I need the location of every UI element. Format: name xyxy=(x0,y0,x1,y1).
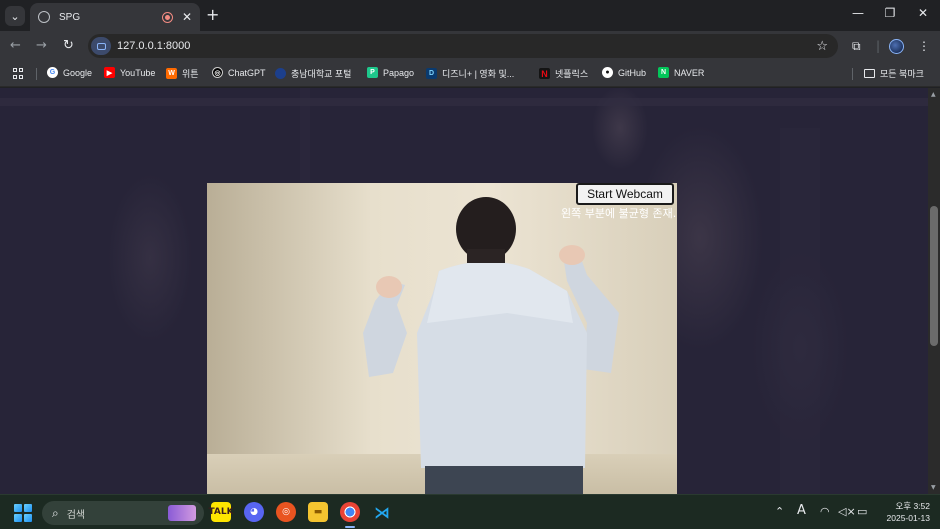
windows-start-button[interactable] xyxy=(14,504,32,522)
reload-button[interactable]: ↻ xyxy=(63,38,74,54)
search-icon: ⌕ xyxy=(52,505,59,520)
status-message: 왼쪽 부분에 불균형 존재. xyxy=(561,207,677,220)
tab-spg[interactable]: SPG ✕ xyxy=(30,3,200,31)
bookmark-netflix[interactable]: N 넷플릭스 xyxy=(539,67,588,80)
papago-icon: P xyxy=(367,67,378,78)
folder-icon xyxy=(864,69,875,78)
bookmark-cnu-portal[interactable]: 충남대학교 포털 xyxy=(275,67,351,80)
taskbar-search-placeholder: 검색 xyxy=(66,509,86,521)
wetoon-icon: W xyxy=(166,68,177,79)
apps-grid-icon[interactable] xyxy=(13,68,24,79)
bookmark-label: 모든 북마크 xyxy=(880,69,924,79)
battery-icon[interactable]: ▭ xyxy=(857,505,867,518)
scrollbar-thumb[interactable] xyxy=(930,206,938,346)
bookmarks-divider xyxy=(36,68,37,80)
menu-kebab-icon[interactable]: ⋮ xyxy=(918,39,930,53)
webcam-video xyxy=(207,183,677,494)
kakaotalk-icon[interactable]: TALK xyxy=(208,502,234,522)
chevron-down-icon: ⌄ xyxy=(10,9,20,23)
background-gym-post xyxy=(780,128,820,494)
bookmark-chatgpt[interactable]: ◎ ChatGPT xyxy=(212,67,266,78)
recording-icon xyxy=(161,11,173,23)
clock-time: 오후 3:52 xyxy=(895,501,930,511)
page-scrollbar[interactable]: ▲ ▼ xyxy=(928,88,940,494)
bookmark-label: NAVER xyxy=(674,67,705,78)
bookmark-naver[interactable]: N NAVER xyxy=(658,67,704,78)
page-content: Start Webcam 왼쪽 부분에 불균형 존재. xyxy=(0,88,928,494)
google-icon: G xyxy=(47,67,58,78)
scroll-down-arrow-icon[interactable]: ▼ xyxy=(931,484,936,491)
bookmark-google[interactable]: G Google xyxy=(47,67,92,78)
tab-title: SPG xyxy=(59,11,81,23)
url-text[interactable]: 127.0.0.1:8000 xyxy=(117,40,816,52)
wifi-icon[interactable]: ◠ xyxy=(820,505,830,518)
profile-avatar[interactable] xyxy=(889,39,904,54)
tab-strip: ⌄ SPG ✕ + — ❐ ✕ xyxy=(0,0,940,31)
globe-icon xyxy=(38,11,50,23)
new-tab-button[interactable]: + xyxy=(206,6,219,24)
chatgpt-icon: ◎ xyxy=(212,67,223,78)
search-highlight-icon xyxy=(168,505,196,521)
scroll-up-arrow-icon[interactable]: ▲ xyxy=(931,91,936,98)
bookmark-label: 디즈니+ | 영화 및... xyxy=(442,69,515,79)
clock-date: 2025-01-13 xyxy=(886,513,930,523)
bookmark-disney-plus[interactable]: D 디즈니+ | 영화 및... xyxy=(426,67,514,80)
cnu-icon xyxy=(275,68,286,79)
github-icon: ● xyxy=(602,67,613,78)
windows-taskbar: ⌕ 검색 TALK ◕ ◎ ▬ ⋊ ⌃ A ◠ ◁× ▭ 오후 3:52 202… xyxy=(0,494,940,529)
tray-chevron-up-icon[interactable]: ⌃ xyxy=(775,505,784,518)
taskbar-search[interactable]: ⌕ 검색 xyxy=(42,501,204,525)
taskbar-clock[interactable]: 오후 3:52 2025-01-13 xyxy=(880,500,930,524)
site-info-icon[interactable] xyxy=(91,37,111,55)
ime-indicator[interactable]: A xyxy=(797,503,806,518)
ubuntu-icon[interactable]: ◎ xyxy=(276,502,296,522)
bookmarks-divider xyxy=(852,68,853,80)
bookmark-label: ChatGPT xyxy=(228,67,266,78)
file-explorer-icon[interactable]: ▬ xyxy=(308,502,328,522)
bookmark-github[interactable]: ● GitHub xyxy=(602,67,646,78)
bookmark-wetoon[interactable]: W 위튼 xyxy=(166,67,199,80)
netflix-icon: N xyxy=(539,68,550,79)
background-gym-bar xyxy=(0,98,928,106)
close-window-button[interactable]: ✕ xyxy=(915,6,931,20)
bookmark-papago[interactable]: P Papago xyxy=(367,67,414,78)
address-bar[interactable]: 127.0.0.1:8000 ☆ xyxy=(88,34,838,58)
start-webcam-button[interactable]: Start Webcam xyxy=(576,183,674,205)
bookmark-label: YouTube xyxy=(120,67,156,78)
person-figure xyxy=(363,197,619,494)
bookmark-label: GitHub xyxy=(618,67,647,78)
bookmark-label: Papago xyxy=(383,67,415,78)
bookmarks-bar: G Google ▶ YouTube W 위튼 ◎ ChatGPT 충남대학교 … xyxy=(0,61,940,87)
forward-button[interactable]: → xyxy=(36,38,47,54)
discord-icon[interactable]: ◕ xyxy=(244,502,264,522)
restore-button[interactable]: ❐ xyxy=(882,6,898,20)
back-button[interactable]: ← xyxy=(10,38,21,54)
close-tab-icon[interactable]: ✕ xyxy=(182,11,192,23)
toolbar-divider: | xyxy=(876,39,881,53)
all-bookmarks-folder[interactable]: 모든 북마크 xyxy=(864,67,924,80)
bookmark-label: 위튼 xyxy=(182,69,199,79)
bookmark-label: 충남대학교 포털 xyxy=(291,69,352,79)
browser-toolbar: ← → ↻ 127.0.0.1:8000 ☆ ⧉ | ⋮ xyxy=(0,31,940,61)
vscode-icon[interactable]: ⋊ xyxy=(372,502,392,522)
bookmark-label: Google xyxy=(63,67,93,78)
naver-icon: N xyxy=(658,67,669,78)
bookmark-label: 넷플릭스 xyxy=(555,69,589,79)
tab-search-button[interactable]: ⌄ xyxy=(5,6,25,26)
bookmark-star-icon[interactable]: ☆ xyxy=(816,39,828,54)
disney-icon: D xyxy=(426,68,437,79)
bookmark-youtube[interactable]: ▶ YouTube xyxy=(104,67,155,78)
minimize-button[interactable]: — xyxy=(850,6,866,20)
extensions-icon[interactable]: ⧉ xyxy=(852,39,861,54)
chrome-icon[interactable] xyxy=(340,502,360,528)
speaker-muted-icon[interactable]: ◁× xyxy=(838,505,856,518)
youtube-icon: ▶ xyxy=(104,67,115,78)
